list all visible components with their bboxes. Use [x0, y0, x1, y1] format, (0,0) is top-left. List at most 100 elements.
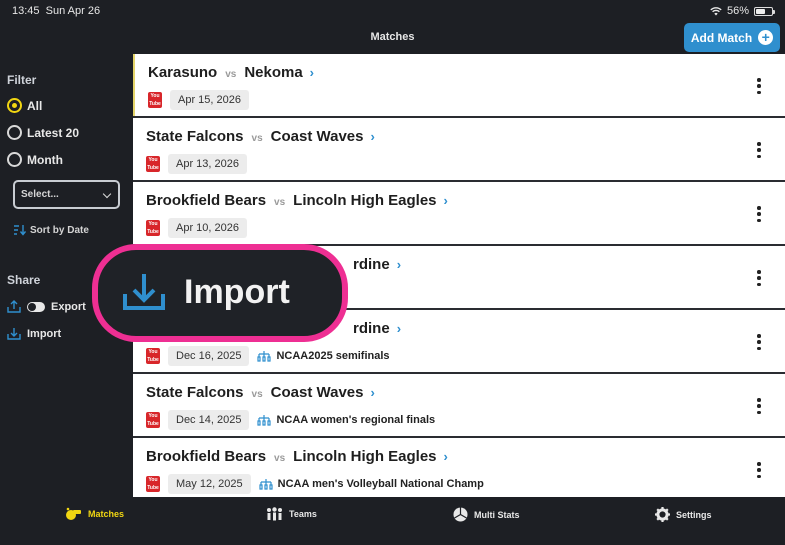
radio-icon — [7, 152, 22, 167]
youtube-icon[interactable]: You Tube — [146, 348, 160, 364]
export-toggle[interactable] — [27, 301, 45, 312]
match-teams[interactable]: rdine › — [353, 320, 401, 337]
team-b: rdine — [353, 256, 390, 273]
plus-circle-icon: + — [758, 30, 774, 45]
filter-latest-20[interactable]: Latest 20 — [7, 125, 79, 140]
chevron-right-icon: › — [396, 257, 402, 272]
match-row[interactable]: State Falcons vs Coast Waves › You Tube D… — [133, 374, 785, 436]
sort-label: Sort by Date — [30, 224, 89, 236]
import-label: Import — [27, 327, 62, 340]
match-teams[interactable]: State Falcons vs Coast Waves › — [146, 128, 375, 145]
filter-all[interactable]: All — [7, 98, 42, 113]
filter-month-label: Month — [27, 152, 63, 167]
chevron-right-icon: › — [370, 385, 375, 400]
team-b: Coast Waves — [270, 384, 364, 401]
tab-label: Multi Stats — [474, 509, 520, 520]
tab-matches[interactable]: Matches — [65, 507, 124, 521]
match-meta: You Tube Apr 13, 2026 — [146, 154, 247, 174]
match-date: Apr 10, 2026 — [168, 218, 247, 238]
add-match-button[interactable]: Add Match + — [684, 23, 780, 52]
youtube-icon[interactable]: You Tube — [146, 220, 160, 236]
tab-multi-stats[interactable]: Multi Stats — [453, 507, 520, 522]
match-date: Dec 14, 2025 — [168, 410, 250, 430]
youtube-icon[interactable]: You Tube — [146, 476, 160, 492]
filter-latest-label: Latest 20 — [27, 125, 80, 140]
more-options-icon[interactable] — [757, 462, 761, 478]
more-options-icon[interactable] — [757, 78, 761, 94]
gear-icon — [655, 507, 670, 522]
team-a: Brookfield Bears — [146, 192, 267, 209]
match-teams[interactable]: Karasuno vs Nekoma › — [148, 64, 314, 81]
filter-month[interactable]: Month — [7, 152, 63, 167]
match-meta: You Tube Dec 14, 2025 NCAA women's region… — [146, 410, 435, 430]
more-options-icon[interactable] — [757, 206, 761, 222]
month-select[interactable]: Select... — [13, 180, 120, 209]
youtube-icon[interactable]: You Tube — [146, 156, 160, 172]
import-callout: Import — [92, 244, 348, 342]
tournament: NCAA men's Volleyball National Champ — [259, 478, 484, 490]
bracket-icon — [257, 351, 272, 362]
team-b: Nekoma — [244, 64, 303, 81]
wifi-icon — [710, 6, 722, 15]
team-b: Lincoln High Eagles — [293, 192, 437, 209]
tournament-label: NCAA men's Volleyball National Champ — [277, 478, 484, 490]
tab-label: Settings — [676, 509, 712, 520]
youtube-icon[interactable]: You Tube — [148, 92, 162, 108]
team-a: State Falcons — [146, 384, 244, 401]
battery-icon — [754, 6, 775, 16]
match-meta: You Tube Apr 15, 2026 — [148, 90, 249, 110]
match-row[interactable]: Brookfield Bears vs Lincoln High Eagles … — [133, 438, 785, 497]
tournament: NCAA women's regional finals — [257, 414, 435, 426]
match-meta: You Tube Apr 10, 2026 — [146, 218, 247, 238]
match-date: Dec 16, 2025 — [168, 346, 250, 366]
more-options-icon[interactable] — [757, 142, 761, 158]
people-icon — [267, 507, 282, 521]
select-value: Select... — [21, 189, 59, 200]
match-teams[interactable]: State Falcons vs Coast Waves › — [146, 384, 375, 401]
match-teams[interactable]: rdine › — [353, 256, 401, 273]
match-row[interactable]: Brookfield Bears vs Lincoln High Eagles … — [133, 182, 785, 244]
more-options-icon[interactable] — [757, 334, 761, 350]
import-row[interactable]: Import — [7, 327, 61, 340]
team-a: State Falcons — [146, 128, 244, 145]
more-options-icon[interactable] — [757, 270, 761, 286]
match-meta: You Tube May 12, 2025 NCAA men's Volleyba… — [146, 474, 484, 494]
nav-bar: Matches — [0, 22, 785, 54]
tournament-label: NCAA women's regional finals — [276, 414, 436, 426]
tab-label: Matches — [88, 509, 125, 519]
upload-icon — [7, 300, 21, 313]
match-date: Apr 15, 2026 — [170, 90, 249, 110]
download-icon — [7, 328, 21, 340]
filter-heading: Filter — [7, 73, 37, 87]
vs-label: vs — [274, 453, 286, 464]
vs-label: vs — [251, 389, 263, 400]
status-time: 13:45 Sun Apr 26 — [12, 5, 101, 17]
chevron-right-icon: › — [396, 321, 402, 336]
whistle-icon — [66, 507, 81, 520]
match-row[interactable]: State Falcons vs Coast Waves › You Tube A… — [133, 118, 785, 180]
youtube-icon[interactable]: You Tube — [146, 412, 160, 428]
match-row[interactable]: Karasuno vs Nekoma › You Tube Apr 15, 202… — [133, 54, 785, 116]
chevron-down-icon — [102, 189, 112, 199]
callout-label: Import — [184, 273, 290, 311]
vs-label: vs — [225, 69, 237, 80]
tab-settings[interactable]: Settings — [655, 507, 712, 522]
tournament-label: NCAA2025 semifinals — [276, 350, 390, 362]
chevron-right-icon: › — [443, 449, 448, 464]
tab-teams[interactable]: Teams — [266, 507, 317, 521]
tab-label: Teams — [289, 509, 317, 519]
export-row[interactable]: Export — [7, 300, 86, 313]
bracket-icon — [259, 479, 273, 490]
bracket-icon — [257, 415, 272, 426]
match-teams[interactable]: Brookfield Bears vs Lincoln High Eagles … — [146, 192, 448, 209]
vs-label: vs — [251, 133, 263, 144]
download-icon — [123, 274, 165, 310]
match-teams[interactable]: Brookfield Bears vs Lincoln High Eagles … — [146, 448, 448, 465]
chevron-right-icon: › — [309, 65, 315, 80]
export-label: Export — [51, 300, 86, 313]
radio-selected-icon — [7, 98, 22, 113]
tab-bar: Matches Teams Multi Stats Settings — [0, 497, 785, 545]
more-options-icon[interactable] — [757, 398, 761, 414]
radio-icon — [7, 125, 22, 140]
sort-by-date-button[interactable]: Sort by Date — [13, 224, 89, 236]
